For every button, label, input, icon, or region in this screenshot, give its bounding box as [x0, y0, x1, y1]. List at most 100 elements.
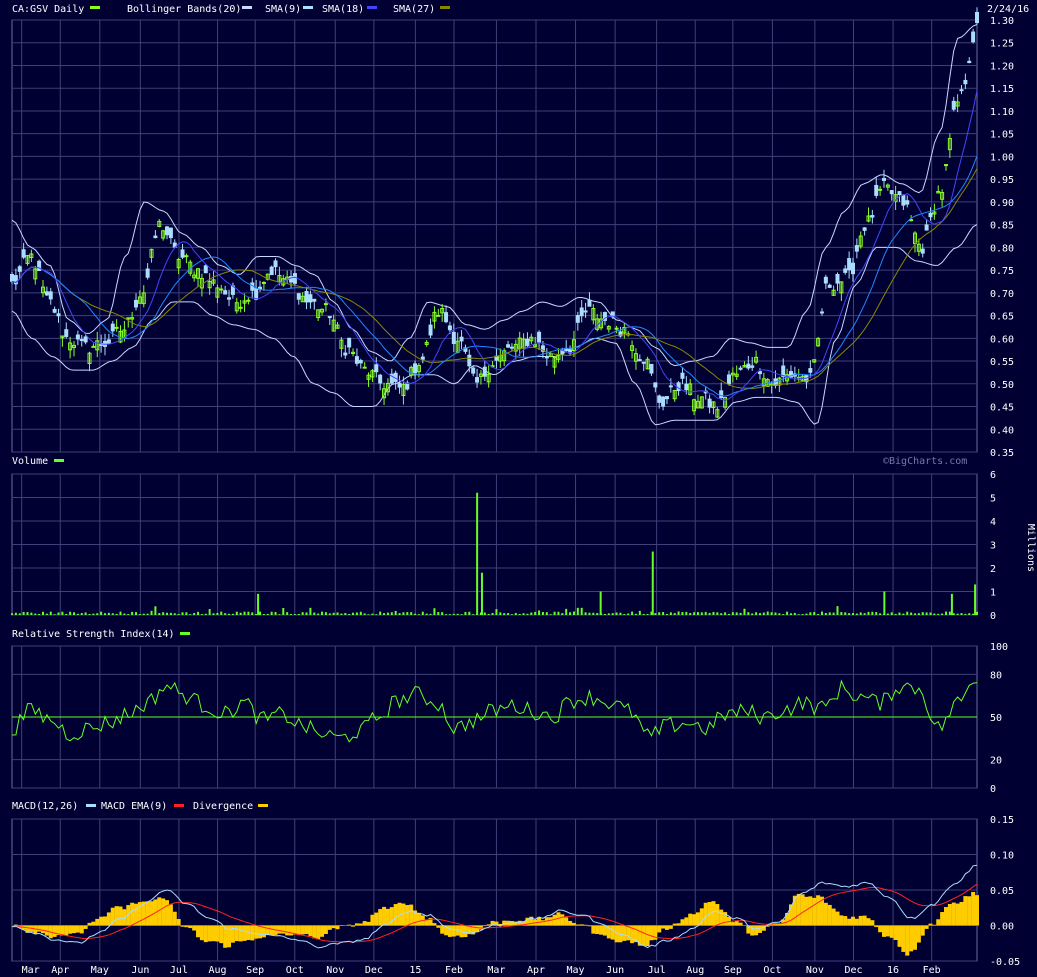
price-legend-swatch	[90, 6, 100, 9]
price-candle-body	[850, 262, 855, 275]
x-axis-month-label: May	[567, 965, 585, 976]
price-candle-body	[889, 190, 894, 195]
x-axis-month-label: Sep	[724, 965, 742, 976]
price-candle-body	[819, 311, 824, 314]
price-candle-body	[219, 288, 224, 291]
macd-tick-label: 0.00	[990, 922, 1014, 933]
price-tick-label: 0.70	[990, 289, 1014, 300]
price-candle-body	[312, 298, 317, 302]
price-candle-body	[56, 313, 61, 317]
x-axis-month-label: Sep	[246, 965, 264, 976]
x-axis-month-label: Feb	[923, 965, 941, 976]
price-candle-body	[91, 345, 96, 348]
price-candle-body	[451, 331, 456, 344]
x-axis-month-label: Apr	[527, 965, 545, 976]
price-candle-body	[347, 337, 352, 348]
price-candle-body	[362, 366, 367, 369]
price-tick-label: 0.85	[990, 221, 1014, 232]
price-candle-body	[583, 310, 588, 313]
price-candle-body	[843, 268, 848, 273]
macd-tick-label: 0.10	[990, 851, 1014, 862]
rsi-tick-label: 20	[990, 756, 1002, 767]
price-candle-body	[587, 299, 592, 307]
x-axis-month-label: Apr	[51, 965, 69, 976]
rsi-tick-label: 0	[990, 784, 996, 795]
price-candle-body	[854, 245, 859, 252]
price-candle-body	[106, 339, 111, 344]
price-candle-body	[827, 284, 832, 288]
x-axis-month-label: May	[91, 965, 109, 976]
x-axis-month-label: 15	[409, 965, 421, 976]
price-candle-body	[951, 100, 956, 110]
price-candle-body	[134, 299, 139, 308]
price-candle-body	[447, 325, 452, 331]
price-candle-body	[378, 374, 383, 384]
price-candle-body	[420, 356, 425, 360]
price-candle-body	[509, 346, 514, 349]
price-candle-body	[52, 308, 57, 313]
price-candle-body	[475, 377, 480, 383]
price-candle-body	[537, 331, 542, 343]
volume-unit-label: Millions	[1025, 524, 1036, 572]
sma9-label: SMA(9)	[265, 4, 301, 15]
price-candle-body	[110, 323, 115, 332]
price-candle-body	[37, 260, 42, 272]
price-candle-body	[897, 191, 902, 195]
price-candle-body	[525, 338, 530, 346]
rsi-tick-label: 50	[990, 713, 1002, 724]
price-candle-body	[44, 291, 49, 296]
price-candle-body	[847, 258, 852, 271]
price-candle-body	[269, 266, 274, 276]
bigcharts-stock-chart: CA:GSV Daily Bollinger Bands(20) SMA(9) …	[0, 0, 1037, 977]
price-candle-body	[327, 316, 332, 319]
price-tick-label: 0.45	[990, 403, 1014, 414]
symbol-label: CA:GSV Daily	[12, 4, 84, 15]
price-candle-body	[165, 226, 170, 236]
price-candle-body	[413, 363, 418, 374]
price-candle-body	[246, 299, 251, 302]
price-tick-label: 1.10	[990, 107, 1014, 118]
rsi-legend-swatch	[180, 632, 190, 635]
volume-tick-label: 5	[990, 494, 996, 505]
price-candle-body	[227, 297, 232, 300]
price-candle-body	[649, 363, 654, 374]
price-candle-body	[746, 363, 751, 369]
price-tick-label: 1.30	[990, 16, 1014, 27]
macd-ema-label: MACD EMA(9)	[101, 801, 167, 812]
price-candle-body	[83, 336, 88, 343]
x-axis-month-label: Jun	[131, 965, 149, 976]
price-candle-body	[835, 273, 840, 284]
price-candle-body	[680, 372, 685, 379]
price-candle-body	[10, 273, 14, 282]
price-candle-body	[114, 326, 119, 329]
price-candle-body	[261, 281, 266, 284]
price-tick-label: 0.50	[990, 380, 1014, 391]
price-tick-label: 0.40	[990, 425, 1014, 436]
price-candle-body	[64, 329, 69, 337]
price-candle-body	[308, 294, 313, 303]
divergence-legend-swatch	[258, 804, 268, 807]
volume-title: Volume	[12, 456, 48, 467]
price-candle-body	[920, 248, 925, 254]
price-candle-body	[757, 371, 762, 375]
price-candle-body	[924, 224, 929, 231]
price-tick-label: 1.05	[990, 130, 1014, 141]
bollinger-label: Bollinger Bands(20)	[127, 4, 241, 15]
price-candle-body	[428, 324, 433, 336]
chart-background	[0, 0, 1037, 977]
price-candle-body	[668, 385, 673, 388]
price-candle-body	[17, 266, 22, 272]
macd-tick-label: -0.05	[990, 957, 1020, 968]
price-candle-body	[575, 315, 580, 323]
price-candle-body	[928, 212, 933, 218]
sma18-legend-swatch	[367, 6, 377, 9]
price-candle-body	[168, 227, 173, 239]
x-axis-month-label: Oct	[286, 965, 304, 976]
volume-tick-label: 2	[990, 564, 996, 575]
price-tick-label: 0.75	[990, 266, 1014, 277]
date-label: 2/24/16	[987, 4, 1029, 15]
price-candle-body	[273, 260, 278, 268]
price-candle-body	[180, 249, 185, 258]
volume-legend-swatch	[54, 459, 64, 462]
price-tick-label: 0.65	[990, 312, 1014, 323]
